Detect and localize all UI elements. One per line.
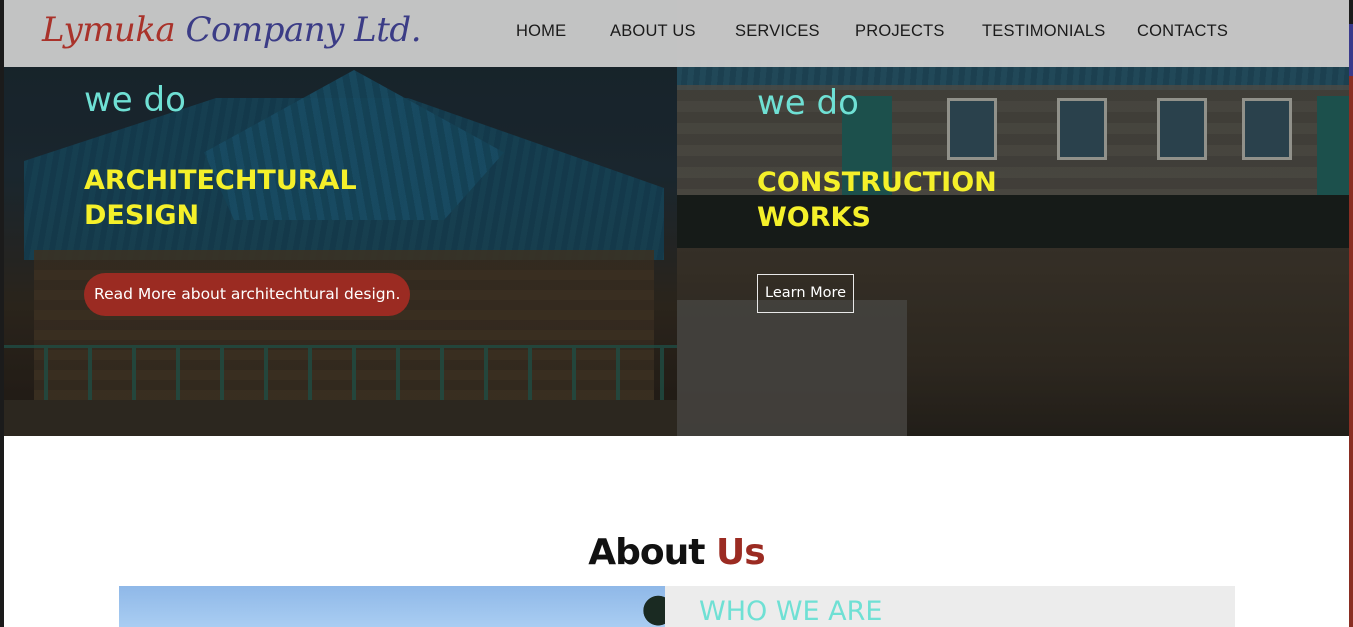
about-heading: About Us bbox=[4, 532, 1349, 573]
slide-title-line-1: ARCHITECHTURAL bbox=[84, 165, 357, 196]
nav-item-projects[interactable]: PROJECTS bbox=[855, 22, 945, 41]
nav-item-testimonials[interactable]: TESTIMONIALS bbox=[982, 22, 1105, 41]
nav-item-contacts[interactable]: CONTACTS bbox=[1137, 22, 1228, 41]
nav-item-about-us[interactable]: ABOUT US bbox=[610, 22, 696, 41]
nav-item-services[interactable]: SERVICES bbox=[735, 22, 820, 41]
learn-more-construction-button[interactable]: Learn More bbox=[757, 274, 855, 313]
slide-kicker: we do bbox=[84, 80, 186, 120]
logo-part-2: Company Ltd. bbox=[175, 10, 422, 50]
about-heading-part-2: Us bbox=[716, 532, 766, 573]
read-more-architecture-button[interactable]: Read More about architechtural design. bbox=[84, 273, 411, 316]
slide-title-line-2: WORKS bbox=[757, 202, 871, 233]
slide-title-line-2: DESIGN bbox=[84, 200, 200, 231]
who-we-are-title: WHO WE ARE bbox=[699, 596, 883, 627]
slide-kicker: we do bbox=[757, 83, 859, 123]
about-photo bbox=[119, 586, 665, 627]
about-section: About Us WHO WE ARE bbox=[4, 436, 1349, 627]
logo-part-1: Lymuka bbox=[42, 10, 176, 50]
slide-title: CONSTRUCTION WORKS bbox=[757, 165, 997, 235]
page-frame-right bbox=[1349, 0, 1353, 627]
frame-accent-bottom bbox=[1349, 76, 1353, 627]
frame-accent-top bbox=[1349, 24, 1353, 76]
nav-item-home[interactable]: HOME bbox=[516, 22, 566, 41]
about-card: WHO WE ARE bbox=[665, 586, 1235, 627]
company-logo[interactable]: Lymuka Company Ltd. bbox=[42, 10, 421, 50]
slide-title: ARCHITECHTURAL DESIGN bbox=[84, 163, 357, 233]
about-heading-part-1: About bbox=[588, 532, 717, 573]
palm-tree-image bbox=[631, 586, 665, 627]
top-navbar: Lymuka Company Ltd. HOME ABOUT US SERVIC… bbox=[4, 0, 1349, 67]
slide-title-line-1: CONSTRUCTION bbox=[757, 167, 997, 198]
